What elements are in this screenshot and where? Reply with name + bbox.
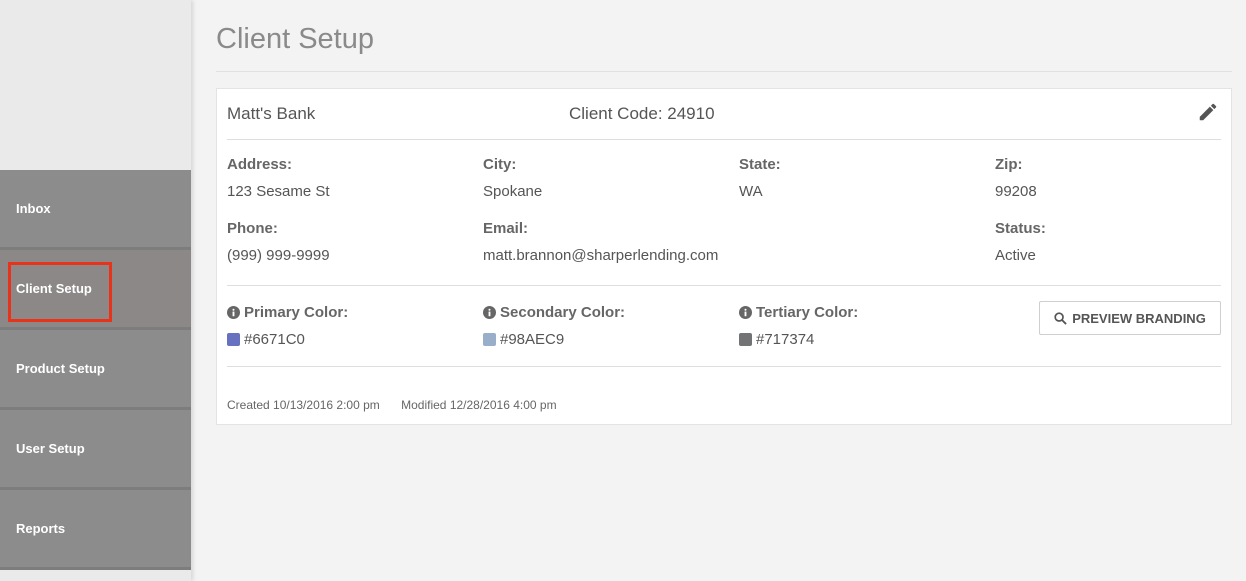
email-label: Email: [483,220,529,237]
state-label: State: [739,156,781,173]
sidebar-item-user-setup[interactable]: User Setup [0,410,191,490]
info-icon[interactable] [483,301,496,328]
info-icon[interactable] [739,301,752,328]
primary-color-value: #6671C0 [244,331,305,348]
sidebar-item-label: Product Setup [16,361,105,376]
sidebar-item-label: User Setup [16,441,85,456]
status-label: Status: [995,220,1046,237]
sidebar-item-client-setup[interactable]: Client Setup [0,250,191,330]
client-details: Address: 123 Sesame St Phone: (999) 999-… [227,140,1221,269]
phone-label: Phone: [227,220,278,237]
page-title: Client Setup [216,0,1232,72]
info-icon[interactable] [227,301,240,328]
tertiary-color-swatch[interactable] [739,333,752,346]
zip-label: Zip: [995,156,1023,173]
state-value: WA [739,183,763,200]
modified-timestamp: Modified 12/28/2016 4:00 pm [401,398,557,412]
address-value: 123 Sesame St [227,183,330,200]
sidebar-nav: Inbox Client Setup Product Setup User Se… [0,170,191,570]
secondary-color-label: Secondary Color: [500,304,626,321]
client-name: Matt's Bank [227,104,316,123]
primary-color-swatch[interactable] [227,333,240,346]
address-label: Address: [227,156,293,173]
phone-value: (999) 999-9999 [227,247,330,264]
primary-color-label: Primary Color: [244,304,349,321]
secondary-color-swatch[interactable] [483,333,496,346]
zip-value: 99208 [995,183,1037,200]
sidebar: Inbox Client Setup Product Setup User Se… [0,0,191,581]
sidebar-item-product-setup[interactable]: Product Setup [0,330,191,410]
city-value: Spokane [483,183,543,200]
edit-icon[interactable] [1197,101,1221,125]
record-meta: Created 10/13/2016 2:00 pm Modified 12/2… [227,367,1221,412]
highlight-box [8,262,112,322]
search-icon [1054,311,1067,325]
preview-branding-label: PREVIEW BRANDING [1072,310,1206,326]
status-value: Active [995,247,1036,264]
client-code: Client Code: 24910 [569,104,715,123]
email-value: matt.brannon@sharperlending.com [483,247,719,264]
branding-colors: Primary Color: #6671C0 Secondary Color: … [227,286,1221,366]
main-content: Client Setup Matt's Bank Client Code: 24… [216,0,1232,425]
tertiary-color-value: #717374 [756,331,815,348]
tertiary-color-label: Tertiary Color: [756,304,859,321]
secondary-color-value: #98AEC9 [500,331,565,348]
preview-branding-button[interactable]: PREVIEW BRANDING [1039,301,1221,335]
sidebar-item-reports[interactable]: Reports [0,490,191,570]
created-timestamp: Created 10/13/2016 2:00 pm [227,398,380,412]
sidebar-item-label: Reports [16,521,66,536]
city-label: City: [483,156,517,173]
card-header: Matt's Bank Client Code: 24910 [227,89,1221,140]
sidebar-item-inbox[interactable]: Inbox [0,170,191,250]
sidebar-item-label: Inbox [16,201,51,216]
client-card: Matt's Bank Client Code: 24910 Address: … [216,88,1232,425]
